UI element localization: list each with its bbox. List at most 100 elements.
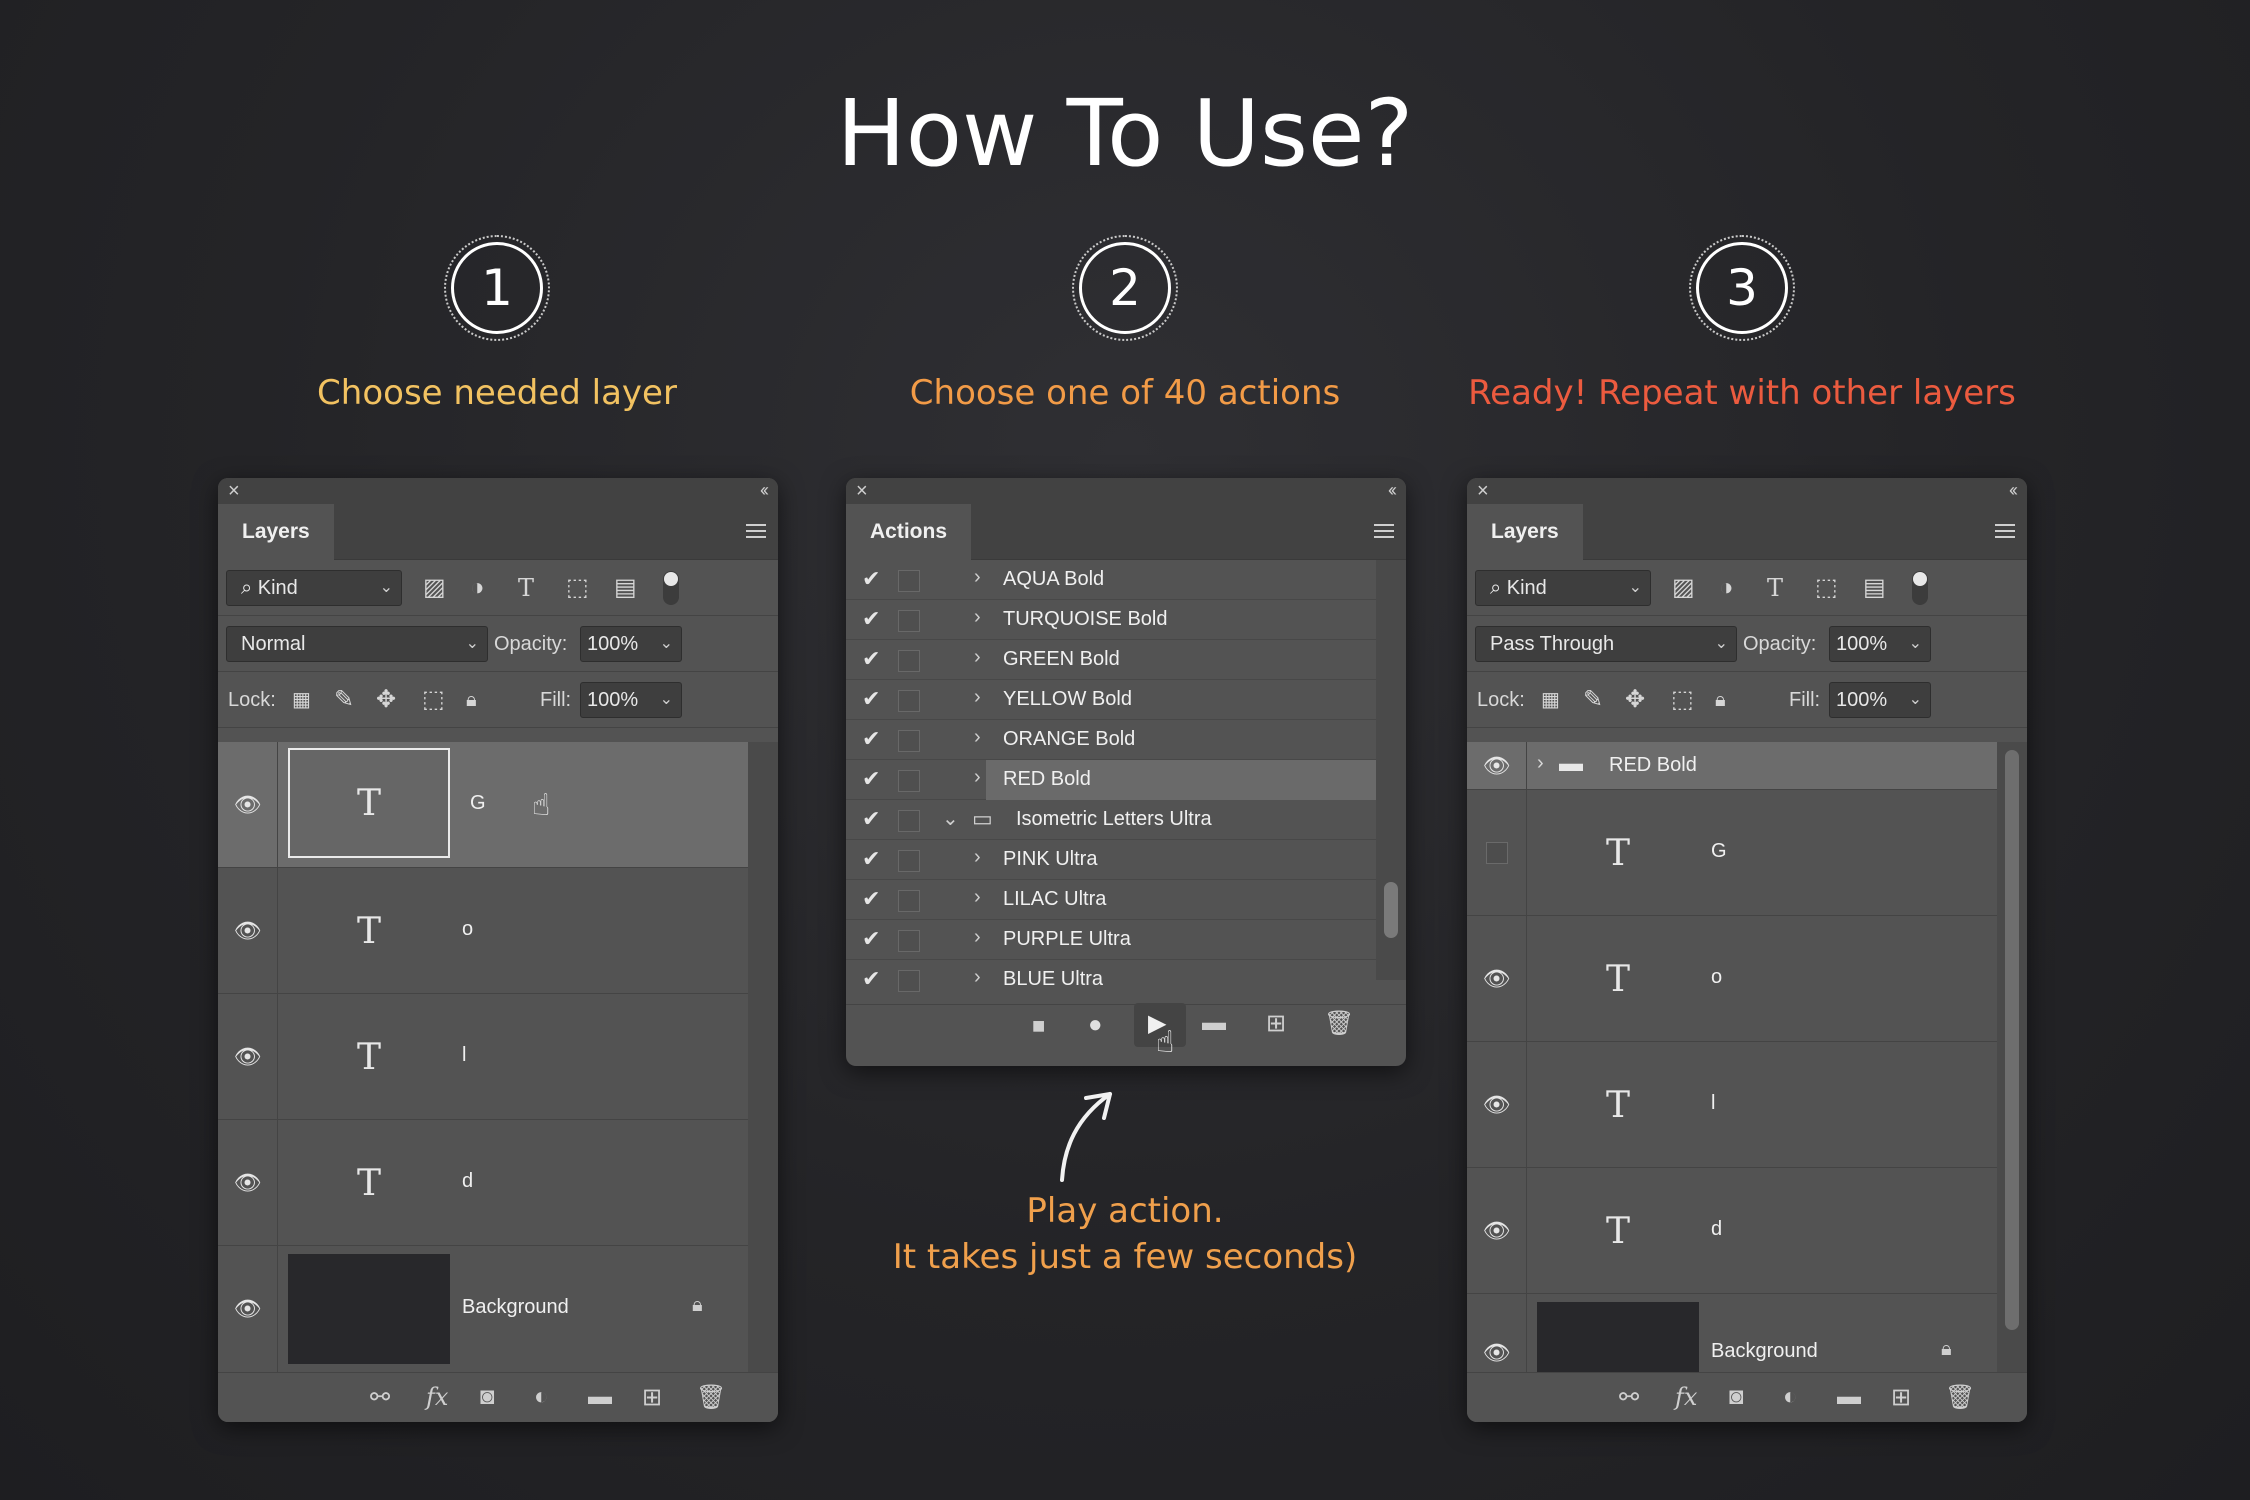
trash-icon[interactable]: 🗑︎ [1945, 1383, 1975, 1412]
smart-object-filter-icon[interactable]: ▤ [614, 560, 637, 616]
adjustment-filter-icon[interactable]: ◑ [1719, 560, 1734, 616]
collapse-icon[interactable]: ‹‹ [2009, 480, 2018, 501]
opacity-field[interactable]: 100% ⌄ [1829, 626, 1931, 662]
filter-kind-select[interactable]: ⌕ Kind ⌄ [1475, 570, 1651, 606]
panel-menu-icon[interactable] [1995, 524, 2015, 542]
scrollbar-thumb[interactable] [1384, 882, 1398, 938]
check-icon[interactable]: ✔ [862, 846, 880, 872]
layer-row[interactable]: 👁︎ T l [1467, 1042, 1997, 1168]
check-icon[interactable]: ✔ [862, 886, 880, 912]
stop-icon[interactable]: ■ [1032, 1013, 1045, 1039]
scrollbar[interactable] [1376, 560, 1406, 980]
layer-row-background[interactable]: 👁︎ Background 🔒︎ [1467, 1294, 1997, 1372]
collapse-icon[interactable]: ‹‹ [1388, 480, 1397, 501]
dialog-toggle[interactable] [898, 770, 920, 792]
eye-icon[interactable]: 👁︎ [1467, 916, 1527, 1041]
layer-row[interactable]: 👁︎ T l [218, 994, 748, 1120]
action-item[interactable]: ✔ › LILAC Ultra [846, 880, 1376, 920]
close-icon[interactable]: × [856, 480, 868, 503]
layer-row[interactable]: 👁︎ T d [218, 1120, 748, 1246]
folder-icon[interactable]: ▬ [588, 1383, 612, 1411]
dialog-toggle[interactable] [898, 890, 920, 912]
opacity-field[interactable]: 100% ⌄ [580, 626, 682, 662]
close-icon[interactable]: × [1477, 480, 1489, 503]
fill-field[interactable]: 100% ⌄ [1829, 682, 1931, 718]
new-action-icon[interactable]: ⊞ [1266, 1009, 1286, 1038]
mask-icon[interactable]: ◙ [480, 1383, 495, 1411]
new-layer-icon[interactable]: ⊞ [642, 1383, 662, 1412]
image-filter-icon[interactable]: ▨ [423, 560, 446, 616]
chevron-right-icon[interactable]: › [1537, 752, 1544, 775]
lock-brush-icon[interactable]: ✎ [334, 672, 354, 728]
dialog-toggle[interactable] [898, 610, 920, 632]
folder-icon[interactable]: ▬ [1837, 1383, 1861, 1411]
blend-mode-select[interactable]: Normal ⌄ [226, 626, 488, 662]
check-icon[interactable]: ✔ [862, 806, 880, 832]
action-item[interactable]: ✔ › PURPLE Ultra [846, 920, 1376, 960]
action-item[interactable]: ✔ › TURQUOISE Bold [846, 600, 1376, 640]
shape-filter-icon[interactable]: ⬚ [1815, 560, 1838, 616]
close-icon[interactable]: × [228, 480, 240, 503]
trash-icon[interactable]: 🗑︎ [1324, 1009, 1354, 1038]
chevron-right-icon[interactable]: › [974, 566, 981, 589]
image-filter-icon[interactable]: ▨ [1672, 560, 1695, 616]
tab-actions[interactable]: Actions [846, 504, 972, 560]
chevron-right-icon[interactable]: › [974, 766, 981, 789]
check-icon[interactable]: ✔ [862, 726, 880, 752]
smart-object-filter-icon[interactable]: ▤ [1863, 560, 1886, 616]
type-filter-icon[interactable]: T [518, 560, 534, 616]
layer-row[interactable]: 👁︎ T o [218, 868, 748, 994]
new-set-icon[interactable]: ▬ [1202, 1009, 1226, 1037]
check-icon[interactable]: ✔ [862, 926, 880, 952]
panel-menu-icon[interactable] [1374, 524, 1394, 542]
chevron-right-icon[interactable]: › [974, 726, 981, 749]
lock-transparent-icon[interactable]: ▦ [1541, 672, 1560, 728]
check-icon[interactable]: ✔ [862, 566, 880, 592]
tab-layers[interactable]: Layers [1467, 504, 1583, 560]
eye-icon[interactable]: 👁︎ [218, 994, 278, 1119]
panel-menu-icon[interactable] [746, 524, 766, 542]
eye-icon[interactable]: 👁︎ [218, 1246, 278, 1372]
trash-icon[interactable]: 🗑︎ [696, 1383, 726, 1412]
filter-kind-select[interactable]: ⌕ Kind ⌄ [226, 570, 402, 606]
chevron-down-icon[interactable]: ⌄ [942, 806, 959, 831]
scrollbar-thumb[interactable] [2005, 750, 2019, 1330]
chevron-right-icon[interactable]: › [974, 846, 981, 869]
action-item[interactable]: ✔ › BLUE Ultra [846, 960, 1376, 1000]
adjustment-icon[interactable]: ◐ [1783, 1383, 1798, 1411]
eye-icon[interactable]: 👁︎ [218, 742, 278, 867]
new-layer-icon[interactable]: ⊞ [1891, 1383, 1911, 1412]
action-item[interactable]: ✔ › YELLOW Bold [846, 680, 1376, 720]
check-icon[interactable]: ✔ [862, 966, 880, 992]
fx-icon[interactable]: fx [426, 1383, 448, 1411]
lock-brush-icon[interactable]: ✎ [1583, 672, 1603, 728]
eye-icon[interactable]: 👁︎ [218, 1120, 278, 1245]
lock-transparent-icon[interactable]: ▦ [292, 672, 311, 728]
dialog-toggle[interactable] [898, 650, 920, 672]
lock-artboard-icon[interactable]: ⬚ [422, 672, 445, 728]
dialog-toggle[interactable] [898, 930, 920, 952]
layer-row-background[interactable]: 👁︎ Background 🔒︎ [218, 1246, 748, 1372]
lock-all-icon[interactable]: 🔒︎ [466, 672, 477, 728]
filter-toggle[interactable] [663, 571, 679, 605]
eye-icon[interactable]: 👁︎ [1467, 742, 1527, 789]
record-icon[interactable]: ● [1088, 1011, 1103, 1039]
lock-move-icon[interactable]: ✥ [376, 672, 396, 728]
dialog-toggle[interactable] [898, 810, 920, 832]
link-icon[interactable]: ⚯ [1619, 1383, 1639, 1412]
eye-icon[interactable]: 👁︎ [1467, 1294, 1527, 1372]
action-item[interactable]: ✔ › GREEN Bold [846, 640, 1376, 680]
dialog-toggle[interactable] [898, 730, 920, 752]
check-icon[interactable]: ✔ [862, 606, 880, 632]
scrollbar[interactable] [1997, 742, 2027, 1372]
mask-icon[interactable]: ◙ [1729, 1383, 1744, 1411]
chevron-right-icon[interactable]: › [974, 966, 981, 989]
chevron-right-icon[interactable]: › [974, 646, 981, 669]
check-icon[interactable]: ✔ [862, 646, 880, 672]
filter-toggle[interactable] [1912, 571, 1928, 605]
check-icon[interactable]: ✔ [862, 766, 880, 792]
layer-group-row[interactable]: 👁︎ › ▬ RED Bold [1467, 742, 1997, 790]
action-item[interactable]: ✔ › ORANGE Bold [846, 720, 1376, 760]
chevron-right-icon[interactable]: › [974, 926, 981, 949]
action-item-selected[interactable]: ✔ › RED Bold [846, 760, 1406, 800]
